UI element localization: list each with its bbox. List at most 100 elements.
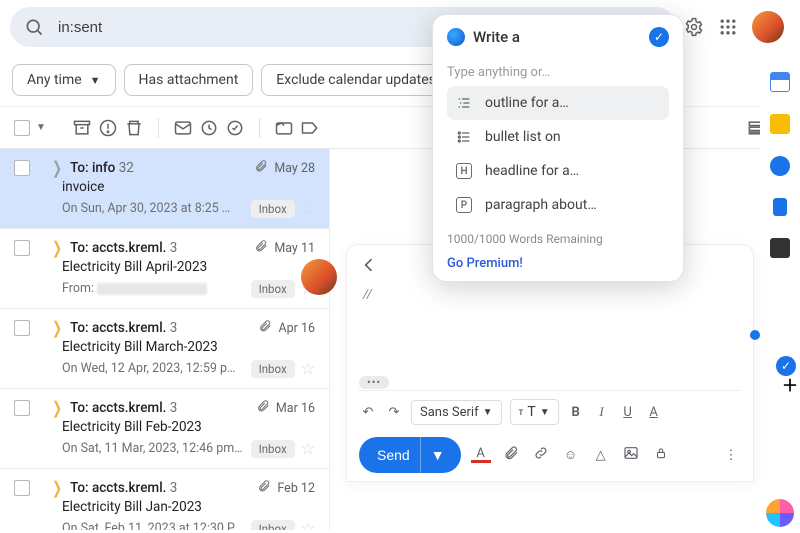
- inbox-label[interactable]: Inbox: [251, 520, 295, 531]
- star-icon[interactable]: ☆: [301, 439, 315, 458]
- attach-icon[interactable]: [501, 445, 521, 465]
- insert-link-icon[interactable]: [531, 445, 551, 465]
- avatar[interactable]: [752, 11, 784, 43]
- popup-placeholder: Type anything or…: [447, 65, 669, 80]
- gear-icon[interactable]: [684, 17, 704, 37]
- assistant-fab-icon[interactable]: [766, 499, 794, 527]
- important-marker-icon[interactable]: ❯: [52, 238, 62, 258]
- snooze-icon[interactable]: [199, 118, 219, 138]
- star-icon[interactable]: ☆: [301, 199, 315, 218]
- message-checkbox[interactable]: [14, 240, 30, 256]
- delete-icon[interactable]: [124, 118, 144, 138]
- inbox-label[interactable]: Inbox: [251, 440, 295, 458]
- select-all-checkbox[interactable]: [14, 120, 30, 136]
- suggestion-label: headline for a…: [485, 163, 579, 179]
- font-size-icon: т: [519, 407, 524, 418]
- important-marker-icon[interactable]: ❯: [52, 478, 62, 498]
- message-date: Feb 12: [277, 481, 315, 496]
- message-checkbox[interactable]: [14, 160, 30, 176]
- tasks-dock-icon[interactable]: [770, 156, 790, 176]
- message-row[interactable]: ❯ To: accts.kreml. 3 Mar 16 Electricity …: [0, 389, 329, 469]
- italic-icon[interactable]: I: [593, 404, 611, 420]
- popup-suggestion-item[interactable]: bullet list on: [447, 120, 669, 154]
- text-color-icon[interactable]: A: [645, 405, 663, 420]
- insert-image-icon[interactable]: [621, 445, 641, 465]
- addon-dock-icon[interactable]: [770, 238, 790, 258]
- important-marker-icon[interactable]: ❯: [52, 158, 62, 178]
- calendar-dock-icon[interactable]: [770, 72, 790, 92]
- important-marker-icon[interactable]: ❯: [52, 318, 62, 338]
- redo-icon[interactable]: ↷: [385, 405, 403, 420]
- keep-dock-icon[interactable]: [770, 114, 790, 134]
- chip-has-attachment[interactable]: Has attachment: [124, 64, 254, 96]
- select-dropdown-caret[interactable]: ▼: [36, 122, 46, 133]
- format-color-icon[interactable]: A: [471, 448, 491, 463]
- more-options-icon[interactable]: ⋮: [721, 448, 741, 463]
- inbox-label[interactable]: Inbox: [251, 360, 295, 378]
- font-size-select[interactable]: тT ▼: [510, 399, 559, 425]
- attachment-icon: [257, 479, 271, 497]
- archive-icon[interactable]: [72, 118, 92, 138]
- popup-suggestion-item[interactable]: Hheadline for a…: [447, 154, 669, 188]
- popup-check-icon[interactable]: ✓: [649, 27, 669, 47]
- attachment-icon: [256, 399, 270, 417]
- add-task-icon[interactable]: [225, 118, 245, 138]
- notification-dot: [750, 330, 760, 340]
- chevron-down-icon: ▼: [90, 74, 101, 87]
- chip-any-time[interactable]: Any time ▼: [12, 64, 116, 96]
- compose-body[interactable]: //: [359, 275, 741, 375]
- message-to: To: accts.kreml. 3: [70, 480, 177, 496]
- message-checkbox[interactable]: [14, 480, 30, 496]
- star-icon[interactable]: ☆: [301, 519, 315, 530]
- confidential-mode-icon[interactable]: [651, 446, 671, 464]
- message-checkbox[interactable]: [14, 320, 30, 336]
- message-snippet: On Wed, 12 Apr, 2023, 12:59 p…: [62, 361, 245, 376]
- suggestion-icon: H: [455, 162, 473, 180]
- move-to-icon[interactable]: [274, 118, 294, 138]
- report-spam-icon[interactable]: [98, 118, 118, 138]
- popup-suggestion-item[interactable]: Pparagraph about…: [447, 188, 669, 222]
- message-list[interactable]: ❯ To: info 32 May 28 invoice On Sun, Apr…: [0, 149, 330, 530]
- inbox-label[interactable]: Inbox: [251, 280, 295, 298]
- suggestion-label: bullet list on: [485, 129, 561, 145]
- contacts-dock-icon[interactable]: [773, 198, 787, 216]
- message-row[interactable]: ❯ To: info 32 May 28 invoice On Sun, Apr…: [0, 149, 329, 229]
- send-label: Send: [377, 447, 410, 463]
- plus-icon[interactable]: ＋: [782, 372, 798, 396]
- send-button[interactable]: Send ▼: [359, 437, 461, 473]
- suggestion-label: outline for a…: [485, 95, 569, 111]
- format-toolbar: ↶ ↷ Sans Serif ▼ тT ▼ B I U A: [359, 390, 741, 429]
- inbox-label[interactable]: Inbox: [251, 200, 295, 218]
- send-options-caret[interactable]: ▼: [420, 437, 455, 473]
- compose-body-text: //: [363, 287, 372, 302]
- chevron-down-icon: ▼: [483, 407, 493, 418]
- top-bar-right: [684, 11, 784, 43]
- compose-truncated-indicator[interactable]: •••: [359, 376, 389, 389]
- message-date: May 28: [274, 161, 315, 176]
- bold-icon[interactable]: B: [567, 405, 585, 420]
- thread-count: 3: [170, 480, 178, 496]
- underline-icon[interactable]: U: [619, 405, 637, 420]
- insert-drive-icon[interactable]: △: [591, 448, 611, 463]
- chip-exclude-calendar[interactable]: Exclude calendar updates: [261, 64, 451, 96]
- mark-unread-icon[interactable]: [173, 118, 193, 138]
- star-icon[interactable]: ☆: [301, 359, 315, 378]
- message-row[interactable]: ❯ To: accts.kreml. 3 Apr 16 Electricity …: [0, 309, 329, 389]
- important-marker-icon[interactable]: ❯: [52, 398, 62, 418]
- popup-suggestion-item[interactable]: outline for a…: [447, 86, 669, 120]
- undo-icon[interactable]: ↶: [359, 405, 377, 420]
- font-select[interactable]: Sans Serif ▼: [411, 400, 502, 425]
- go-premium-link[interactable]: Go Premium!: [447, 256, 523, 271]
- message-row[interactable]: ❯ To: accts.kreml. 3 May 11 Electricity …: [0, 229, 329, 309]
- back-arrow-icon[interactable]: [359, 255, 379, 275]
- labels-icon[interactable]: [300, 118, 320, 138]
- message-row[interactable]: ❯ To: accts.kreml. 3 Feb 12 Electricity …: [0, 469, 329, 530]
- insert-emoji-icon[interactable]: ☺: [561, 447, 581, 463]
- thread-count: 3: [170, 400, 178, 416]
- attachment-icon: [258, 319, 272, 337]
- message-snippet: On Sat, 11 Mar, 2023, 12:46 pm…: [62, 441, 245, 456]
- compose-send-row: Send ▼ A ☺ △ ⋮: [359, 429, 741, 473]
- thread-count: 32: [119, 160, 134, 176]
- apps-grid-icon[interactable]: [718, 17, 738, 37]
- message-checkbox[interactable]: [14, 400, 30, 416]
